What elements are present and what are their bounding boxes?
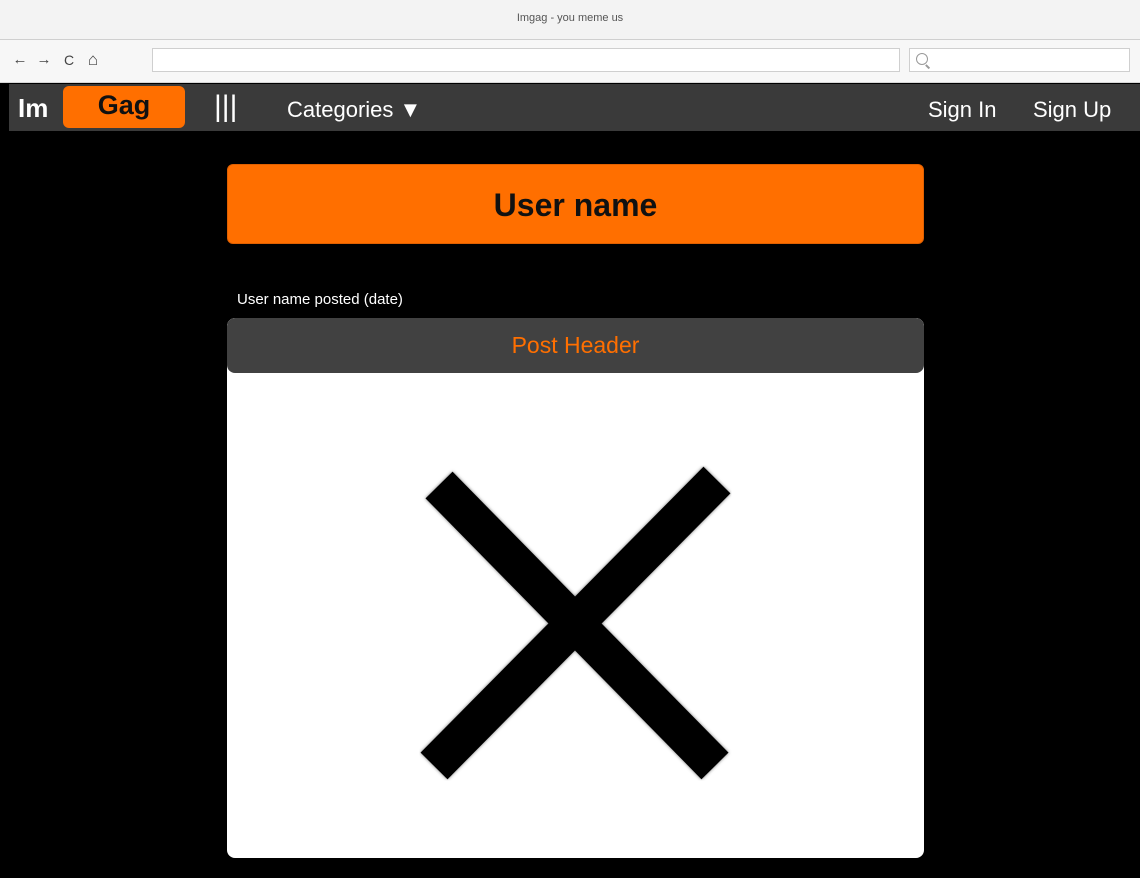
home-icon[interactable]: ⌂ xyxy=(84,50,102,70)
search-icon xyxy=(916,53,928,65)
address-bar[interactable] xyxy=(152,48,900,72)
sign-up-link[interactable]: Sign Up xyxy=(1033,97,1111,123)
post-image[interactable] xyxy=(227,373,924,858)
post-meta: User name posted (date) xyxy=(237,291,403,308)
categories-dropdown[interactable]: Categories ▼ xyxy=(287,97,421,123)
logo-gag-badge[interactable]: Gag xyxy=(63,86,185,128)
browser-titlebar: Imgag - you meme us xyxy=(0,0,1140,40)
sign-in-link[interactable]: Sign In xyxy=(928,97,997,123)
post-card: Post Header xyxy=(227,318,924,858)
site-header: Im Gag ||| Categories ▼ Sign In Sign Up xyxy=(9,84,1140,131)
browser-toolbar: ← → C ⌂ xyxy=(0,40,1140,83)
image-placeholder-x-icon xyxy=(420,466,731,780)
post-header[interactable]: Post Header xyxy=(227,318,924,373)
browser-search-input[interactable] xyxy=(909,48,1130,72)
menu-icon[interactable]: ||| xyxy=(214,88,237,126)
window-title: Imgag - you meme us xyxy=(516,12,624,24)
username-banner: User name xyxy=(227,164,924,244)
logo-im-text[interactable]: Im xyxy=(18,93,48,124)
back-icon[interactable]: ← xyxy=(11,50,29,70)
forward-icon[interactable]: → xyxy=(35,50,53,70)
reload-icon[interactable]: C xyxy=(60,50,78,70)
